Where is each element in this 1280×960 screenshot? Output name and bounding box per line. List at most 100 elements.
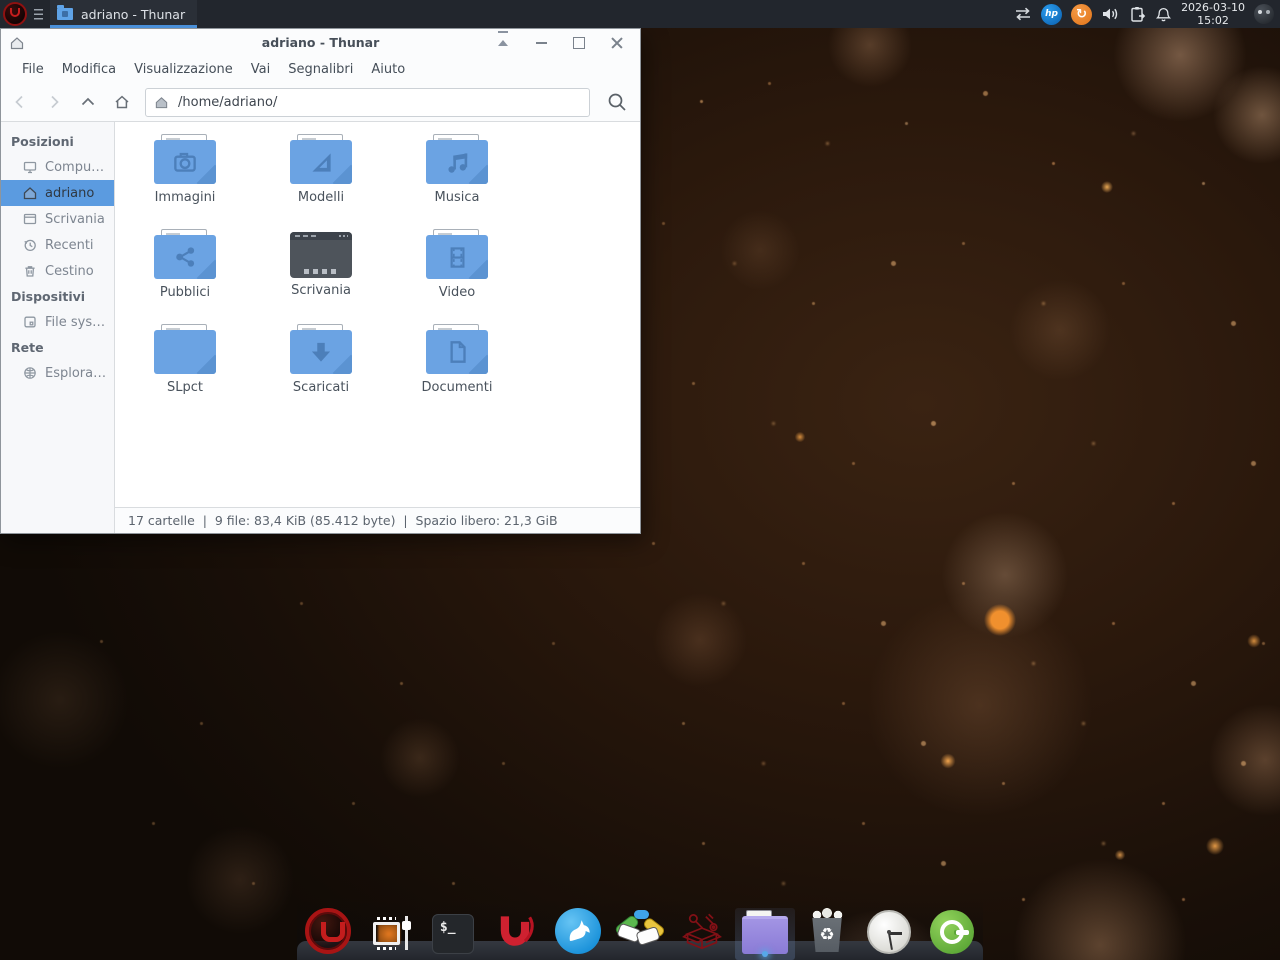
folder-pubblici[interactable]: Pubblici xyxy=(125,227,245,322)
media-tool-icon xyxy=(370,914,412,954)
update-tray-icon[interactable]: ↻ xyxy=(1071,4,1092,25)
maximize-button[interactable] xyxy=(572,36,586,50)
toolbox-icon xyxy=(679,908,725,954)
home-icon xyxy=(22,185,38,201)
folder-icon xyxy=(154,330,216,374)
menu-modifica[interactable]: Modifica xyxy=(53,62,125,77)
sidebar-item-scrivania[interactable]: Scrivania xyxy=(1,206,114,232)
session-tray-icon[interactable] xyxy=(1254,4,1274,24)
maximize-icon xyxy=(573,37,585,49)
minimize-icon xyxy=(536,42,547,44)
set-square-icon xyxy=(306,147,336,177)
network-icon xyxy=(22,365,38,381)
dock-slackel-launcher[interactable] xyxy=(302,900,354,960)
download-arrow-icon xyxy=(306,337,336,367)
drive-icon xyxy=(22,314,38,330)
sidebar-item-filesystem[interactable]: File sys… xyxy=(1,309,114,335)
folder-immagini[interactable]: Immagini xyxy=(125,132,245,227)
titlebar[interactable]: adriano - Thunar xyxy=(1,29,640,56)
clock-time: 15:02 xyxy=(1181,14,1245,27)
folder-musica[interactable]: Musica xyxy=(397,132,517,227)
sidebar-item-esplora[interactable]: Esplora… xyxy=(1,360,114,386)
dock-terminal[interactable]: $_ xyxy=(427,900,479,960)
taskbar-item-label: adriano - Thunar xyxy=(81,7,185,22)
forward-button[interactable] xyxy=(39,89,69,115)
desktop-screen-icon xyxy=(290,232,352,278)
dock-media-tool[interactable] xyxy=(365,900,417,960)
menu-visualizzazione[interactable]: Visualizzazione xyxy=(125,62,242,77)
dock-logout[interactable] xyxy=(926,900,978,960)
notification-bell-icon[interactable] xyxy=(1155,6,1172,23)
dock-trash[interactable]: ♻ xyxy=(801,900,853,960)
search-icon xyxy=(606,91,628,113)
path-input[interactable] xyxy=(176,94,581,111)
back-button[interactable] xyxy=(5,89,35,115)
sidebar-item-cestino[interactable]: Cestino xyxy=(1,258,114,284)
trash-bin-icon: ♻ xyxy=(807,912,847,954)
system-tray: hp ↻ 2026-03-1015:02 xyxy=(1014,1,1280,27)
red-u-icon xyxy=(493,910,537,954)
top-panel: adriano - Thunar hp ↻ xyxy=(0,0,1280,28)
menu-file[interactable]: File xyxy=(13,62,53,77)
network-transfer-icon[interactable] xyxy=(1014,6,1032,22)
dock-wolf-browser[interactable] xyxy=(552,900,604,960)
folder-video[interactable]: Video xyxy=(397,227,517,322)
desktop-icon xyxy=(22,211,38,227)
clipboard-icon[interactable] xyxy=(1129,6,1146,23)
folder-icon xyxy=(426,140,488,184)
search-button[interactable] xyxy=(600,88,634,116)
folder-modelli[interactable]: Modelli xyxy=(261,132,381,227)
dock-handshake-app[interactable] xyxy=(614,900,666,960)
recycle-icon: ♻ xyxy=(819,925,834,945)
folder-icon xyxy=(426,235,488,279)
sidebar-item-computer[interactable]: Compu… xyxy=(1,154,114,180)
sidebar: Posizioni Compu… adriano Scrivania Recen… xyxy=(1,122,115,533)
logout-power-icon xyxy=(930,910,974,954)
sidebar-header-dispositivi: Dispositivi xyxy=(1,284,114,309)
folder-icon xyxy=(290,330,352,374)
shade-button[interactable] xyxy=(496,36,510,50)
terminal-icon: $_ xyxy=(432,914,474,954)
close-button[interactable] xyxy=(610,36,624,50)
close-icon xyxy=(611,37,623,49)
status-bar: 17 cartelle | 9 file: 83,4 KiB (85.412 b… xyxy=(115,507,640,533)
dock-clock[interactable] xyxy=(863,900,915,960)
volume-icon[interactable] xyxy=(1101,6,1120,22)
up-button[interactable] xyxy=(73,89,103,115)
share-icon xyxy=(170,242,200,272)
minimize-button[interactable] xyxy=(534,36,548,50)
folder-icon xyxy=(426,330,488,374)
sidebar-header-posizioni: Posizioni xyxy=(1,129,114,154)
music-note-icon xyxy=(442,147,472,177)
hp-tray-icon[interactable]: hp xyxy=(1041,4,1062,25)
folder-scaricati[interactable]: Scaricati xyxy=(261,322,381,417)
panel-clock[interactable]: 2026-03-1015:02 xyxy=(1181,1,1245,27)
analog-clock-icon xyxy=(867,910,911,954)
dock-u-app[interactable] xyxy=(489,900,541,960)
dock-toolbox-app[interactable] xyxy=(676,900,728,960)
folder-documenti[interactable]: Documenti xyxy=(397,322,517,417)
folder-scrivania[interactable]: Scrivania xyxy=(261,227,381,322)
distro-logo-icon xyxy=(10,8,20,17)
window-list-icon[interactable] xyxy=(34,9,43,20)
computer-icon xyxy=(22,159,38,175)
sidebar-item-adriano[interactable]: adriano xyxy=(1,180,114,206)
sidebar-item-recenti[interactable]: Recenti xyxy=(1,232,114,258)
menu-aiuto[interactable]: Aiuto xyxy=(362,62,414,77)
sidebar-header-rete: Rete xyxy=(1,335,114,360)
slackel-logo-icon xyxy=(305,908,351,954)
taskbar-item-thunar[interactable]: adriano - Thunar xyxy=(50,0,197,28)
folder-icon xyxy=(154,140,216,184)
recent-icon xyxy=(22,237,38,253)
menu-vai[interactable]: Vai xyxy=(242,62,279,77)
path-bar[interactable] xyxy=(145,88,590,117)
film-icon xyxy=(442,242,472,272)
handshake-keys-icon xyxy=(616,910,664,954)
trash-icon xyxy=(22,263,38,279)
home-button[interactable] xyxy=(107,89,137,115)
menu-segnalibri[interactable]: Segnalibri xyxy=(279,62,362,77)
shade-icon xyxy=(498,40,508,46)
folder-slpct[interactable]: SLpct xyxy=(125,322,245,417)
distro-menu-button[interactable] xyxy=(3,2,27,26)
dock-file-manager[interactable] xyxy=(739,900,791,960)
